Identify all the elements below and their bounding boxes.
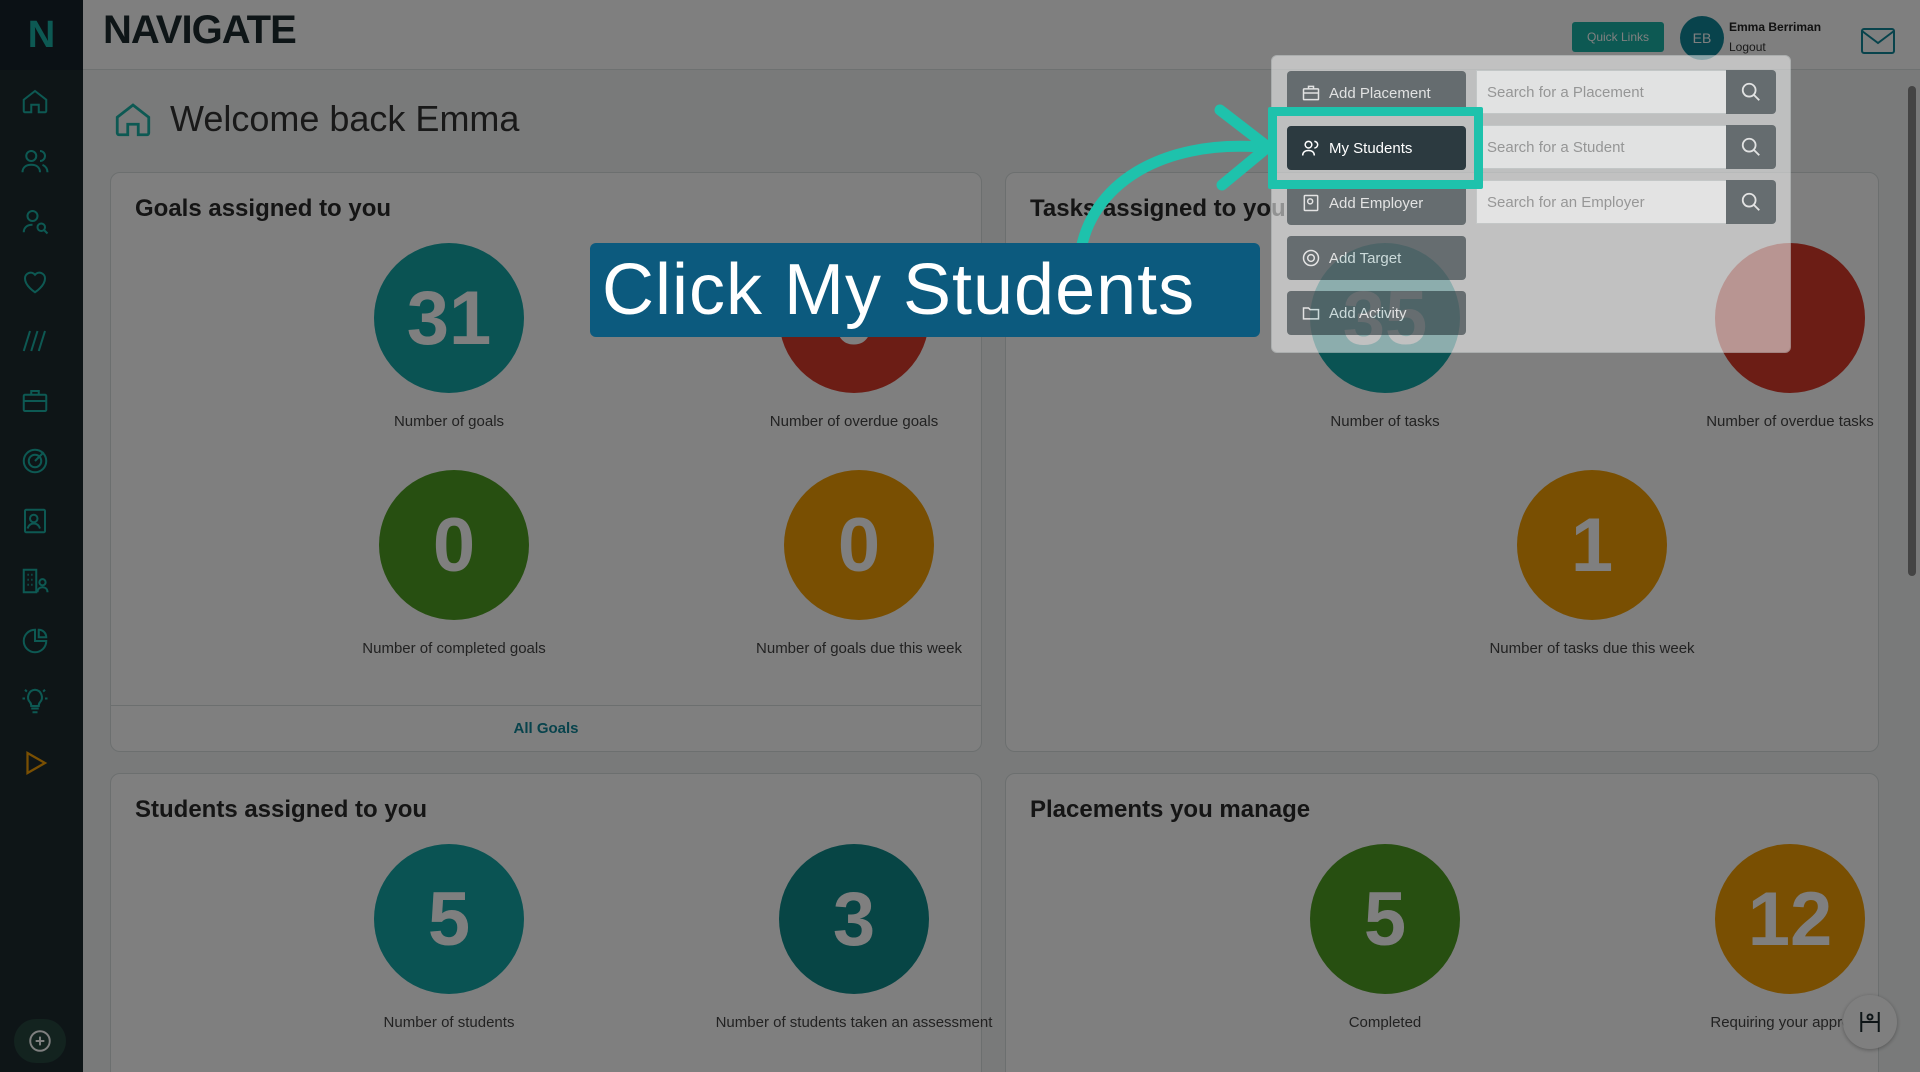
button-label: Add Placement	[1329, 84, 1431, 102]
brand-logo[interactable]: NAVIGATE	[103, 8, 297, 53]
search-placement-button[interactable]	[1726, 70, 1776, 114]
stat-label: Number of goals due this week	[756, 640, 962, 657]
briefcase-icon	[1302, 85, 1320, 101]
add-activity-button[interactable]: Add Activity	[1287, 291, 1466, 335]
search-employer-button[interactable]	[1726, 180, 1776, 224]
briefcase-icon[interactable]	[20, 386, 50, 416]
stat-label: Completed	[1348, 1014, 1422, 1031]
card-title: Students assigned to you	[135, 796, 428, 823]
stat-label: Number of overdue tasks	[1706, 413, 1874, 430]
stat-label: Number of students	[383, 1014, 515, 1031]
card-title: Goals assigned to you	[135, 195, 392, 222]
sidebar: N	[0, 0, 83, 1072]
stat-circle: 5	[374, 844, 524, 994]
stat-circle: 0	[784, 470, 934, 620]
heart-icon[interactable]	[20, 266, 50, 296]
stat-label: Number of completed goals	[362, 640, 546, 657]
stat-label: Number of overdue goals	[769, 413, 939, 430]
search-placement-input[interactable]	[1476, 70, 1727, 114]
scrollbar-thumb[interactable]	[1908, 86, 1916, 576]
search-placement	[1476, 70, 1776, 114]
search-student	[1476, 125, 1776, 169]
logo-letter: N	[27, 13, 56, 56]
search-student-button[interactable]	[1726, 125, 1776, 169]
button-label: Add Activity	[1329, 304, 1407, 322]
stat-label: Number of tasks	[1330, 413, 1440, 430]
slashes-icon[interactable]	[20, 326, 50, 356]
avatar[interactable]: EB	[1680, 16, 1724, 60]
stat-tasks-due-week[interactable]: 1 Number of tasks due this week	[1442, 470, 1742, 657]
stat-circle: 0	[379, 470, 529, 620]
button-label: Add Employer	[1329, 194, 1424, 212]
search-icon	[1741, 192, 1760, 211]
home-icon[interactable]	[20, 86, 50, 116]
search-student-input[interactable]	[1476, 125, 1727, 169]
target-icon[interactable]	[20, 446, 50, 476]
play-icon[interactable]	[20, 748, 50, 778]
card-title: Placements you manage	[1030, 796, 1311, 823]
tutorial-callout: Click My Students	[590, 243, 1260, 337]
search-employer-input[interactable]	[1476, 180, 1727, 224]
stat-circle: 3	[779, 844, 929, 994]
page-title: Welcome back Emma	[170, 98, 520, 139]
tutorial-highlight	[1268, 107, 1483, 189]
stat-students-assessed[interactable]: 3 Number of students taken an assessment	[704, 844, 1004, 1031]
stat-circle: 31	[374, 243, 524, 393]
employer-icon[interactable]	[20, 566, 50, 596]
users-icon[interactable]	[20, 146, 50, 176]
quick-links-button[interactable]: Quick Links	[1572, 22, 1664, 52]
target-icon	[1302, 249, 1320, 267]
stat-label: Number of students taken an assessment	[715, 1014, 993, 1031]
user-search-icon[interactable]	[20, 206, 50, 236]
stat-circle: 1	[1517, 470, 1667, 620]
add-target-button[interactable]: Add Target	[1287, 236, 1466, 280]
home-icon	[115, 103, 151, 137]
user-name: Emma Berriman	[1729, 20, 1822, 34]
sidebar-logo[interactable]: N	[0, 0, 83, 70]
folder-icon	[1302, 307, 1320, 320]
button-label: Add Target	[1329, 249, 1402, 267]
stat-circle: 5	[1310, 844, 1460, 994]
stat-goals[interactable]: 31 Number of goals	[299, 243, 599, 430]
help-button[interactable]	[1843, 995, 1897, 1049]
stat-circle: 12	[1715, 844, 1865, 994]
page-header: Welcome back Emma	[112, 98, 519, 140]
stat-students[interactable]: 5 Number of students	[299, 844, 599, 1031]
logout-link[interactable]: Logout	[1729, 40, 1766, 54]
lightbulb-icon[interactable]	[20, 686, 50, 716]
students-card: Students assigned to you 5 Number of stu…	[110, 773, 992, 1072]
stat-placements-completed[interactable]: 5 Completed	[1235, 844, 1535, 1031]
stat-goals-due-week[interactable]: 0 Number of goals due this week	[709, 470, 1009, 657]
search-employer	[1476, 180, 1776, 224]
stat-label: Number of tasks due this week	[1489, 640, 1695, 657]
contact-card-icon[interactable]	[20, 506, 50, 536]
stat-completed-goals[interactable]: 0 Number of completed goals	[304, 470, 604, 657]
placements-card: Placements you manage 5 Completed 12 Req…	[1005, 773, 1879, 1072]
search-icon	[1741, 82, 1760, 101]
tutorial-arrow-icon	[1074, 104, 1274, 261]
plus-circle-icon	[29, 1030, 51, 1052]
mail-icon[interactable]	[1861, 28, 1895, 54]
contact-card-icon	[1303, 194, 1319, 212]
all-goals-link[interactable]: All Goals	[111, 705, 981, 751]
pie-chart-icon[interactable]	[20, 626, 50, 656]
help-bot-icon	[1860, 1012, 1880, 1032]
search-icon	[1741, 137, 1760, 156]
add-circle-button[interactable]	[14, 1019, 66, 1063]
stat-label: Number of goals	[393, 413, 505, 430]
